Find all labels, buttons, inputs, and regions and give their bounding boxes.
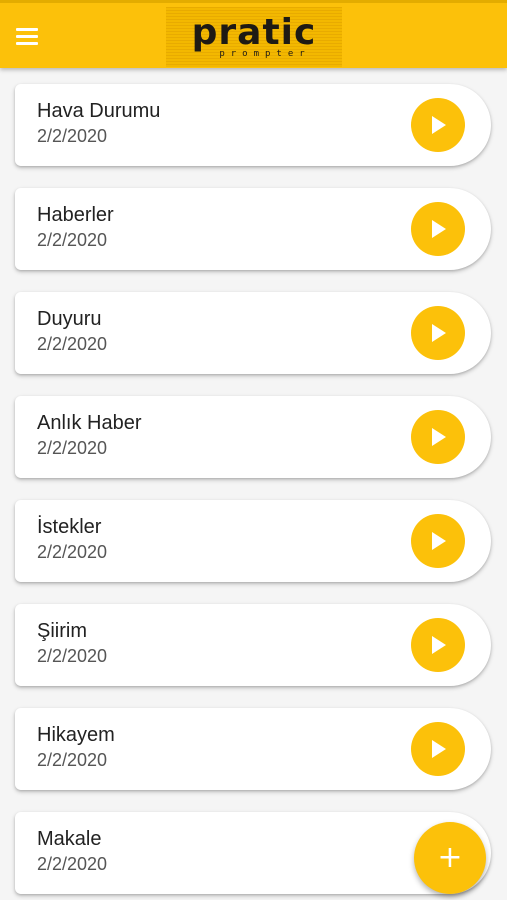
menu-line: [16, 27, 38, 31]
logo-subtext: prompter: [219, 49, 311, 59]
play-icon: [432, 116, 446, 134]
hamburger-menu-icon[interactable]: [16, 21, 50, 51]
plus-icon: +: [437, 840, 463, 875]
item-date: 2/2/2020: [37, 230, 108, 250]
item-date: 2/2/2020: [37, 334, 108, 354]
play-button[interactable]: [411, 98, 465, 152]
play-button[interactable]: [411, 410, 465, 464]
item-date: 2/2/2020: [37, 750, 108, 770]
menu-line: [16, 41, 38, 45]
play-icon: [432, 324, 446, 342]
play-button[interactable]: [411, 722, 465, 776]
item-date: 2/2/2020: [37, 854, 108, 874]
list-item[interactable]: Anlık Haber 2/2/2020: [15, 396, 491, 478]
play-button[interactable]: [411, 202, 465, 256]
item-title: Makale: [37, 828, 102, 850]
item-date: 2/2/2020: [37, 126, 108, 146]
item-date: 2/2/2020: [37, 438, 108, 458]
list-item[interactable]: Şiirim 2/2/2020: [15, 604, 491, 686]
item-title: Şiirim: [37, 620, 87, 642]
play-icon: [432, 636, 446, 654]
logo-text: pratic: [191, 12, 317, 53]
play-button[interactable]: [411, 306, 465, 360]
list-item[interactable]: Haberler 2/2/2020: [15, 188, 491, 270]
play-button[interactable]: [411, 514, 465, 568]
add-button[interactable]: +: [414, 822, 486, 894]
item-title: Anlık Haber: [37, 412, 142, 434]
item-title: Duyuru: [37, 308, 102, 330]
app-logo: pratic prompter: [166, 7, 342, 67]
list-item[interactable]: Hikayem 2/2/2020: [15, 708, 491, 790]
play-icon: [432, 428, 446, 446]
app-bar: pratic prompter: [0, 0, 507, 68]
item-title: Hikayem: [37, 724, 115, 746]
list-item[interactable]: Duyuru 2/2/2020: [15, 292, 491, 374]
play-icon: [432, 220, 446, 238]
item-date: 2/2/2020: [37, 646, 108, 666]
item-title: İstekler: [37, 516, 102, 538]
play-button[interactable]: [411, 618, 465, 672]
play-icon: [432, 532, 446, 550]
item-title: Haberler: [37, 204, 114, 226]
play-icon: [432, 740, 446, 758]
menu-line: [16, 34, 38, 38]
item-title: Hava Durumu: [37, 100, 161, 122]
item-date: 2/2/2020: [37, 542, 108, 562]
list-item[interactable]: Hava Durumu 2/2/2020: [15, 84, 491, 166]
list-item[interactable]: İstekler 2/2/2020: [15, 500, 491, 582]
